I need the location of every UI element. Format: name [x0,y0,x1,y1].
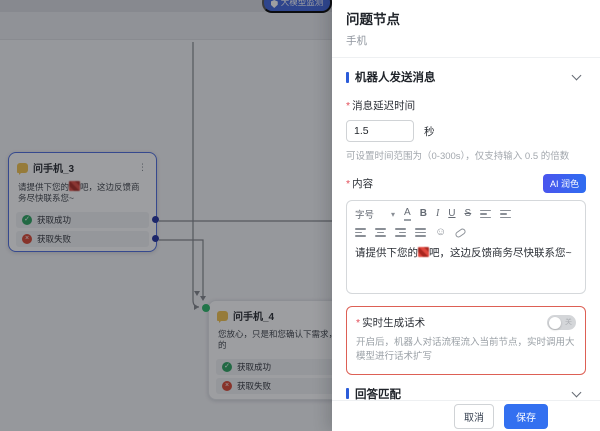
align-left-icon[interactable] [355,228,366,237]
cancel-button[interactable]: 取消 [454,403,494,429]
align-justify-icon[interactable] [415,228,426,237]
align-right-icon[interactable] [395,228,406,237]
italic-icon[interactable]: I [436,208,439,220]
toggle-knob [548,316,561,329]
required-asterisk: * [346,178,351,190]
section-accent-bar [346,388,349,399]
ordered-list-icon[interactable] [480,209,492,219]
node-settings-drawer: 问题节点 手机 机器人发送消息 *消息延迟时间 秒 可设置时间范围为（0-300… [332,0,600,431]
drawer-title: 问题节点 [346,12,400,27]
required-asterisk: * [346,100,351,112]
underline-icon[interactable]: U [448,208,455,220]
drawer-footer: 取消 保存 [332,400,600,431]
save-button[interactable]: 保存 [504,403,548,429]
chevron-down-icon[interactable] [571,387,582,397]
clear-format-icon[interactable] [454,226,467,239]
content-label: * 内容 [346,178,374,190]
realtime-toggle[interactable]: 关 [547,315,576,330]
editor-content[interactable]: 请提供下您的 吧，这边反馈商务尽快联系您~ [355,246,577,262]
emoji-icon[interactable]: ☺ [435,227,446,238]
delay-unit: 秒 [424,125,435,138]
toggle-off-text: 关 [565,319,572,326]
app-window: 大模型监测 问手机_3 ⋮ 请提供下您的 吧，这边反馈商务尽快联系您~ ✓ 获取成… [0,0,600,431]
section-robot-send-message[interactable]: 机器人发送消息 [346,69,586,85]
caret-down-icon[interactable]: ▾ [391,210,395,219]
font-size-dropdown[interactable]: 字号 [355,207,374,221]
drawer-subtitle: 手机 [346,35,367,47]
required-asterisk: * [356,317,361,329]
realtime-description: 开启后，机器人对话流程流入当前节点，实时调用大模型进行话术扩写 [356,337,575,363]
delay-label: * 消息延迟时间 [346,100,416,112]
unordered-list-icon[interactable] [500,209,512,219]
delay-hint: 可设置时间范围为（0-300s），仅支持输入 0.5 的倍数 [346,151,570,162]
realtime-highlight-box: * 实时生成话术 关 开启后，机器人对话流程流入当前节点，实时调用大模型进行话术扩… [346,306,586,375]
realtime-label: * 实时生成话术 [356,317,426,329]
section-accent-bar [346,71,349,83]
align-center-icon[interactable] [375,228,386,237]
delay-input[interactable] [346,120,414,142]
divider [332,57,600,58]
chevron-down-icon[interactable] [571,70,582,81]
redacted-word [418,247,429,257]
font-color-icon[interactable]: A [404,207,411,221]
bold-icon[interactable]: B [420,208,427,220]
message-editor[interactable]: 字号 ▾ A B I U S ☺ 请提供下您的 吧，这边反馈商务尽快联系您~ [346,200,586,294]
strikethrough-icon[interactable]: S [465,208,472,220]
ai-polish-button[interactable]: AI 润色 [542,174,586,193]
